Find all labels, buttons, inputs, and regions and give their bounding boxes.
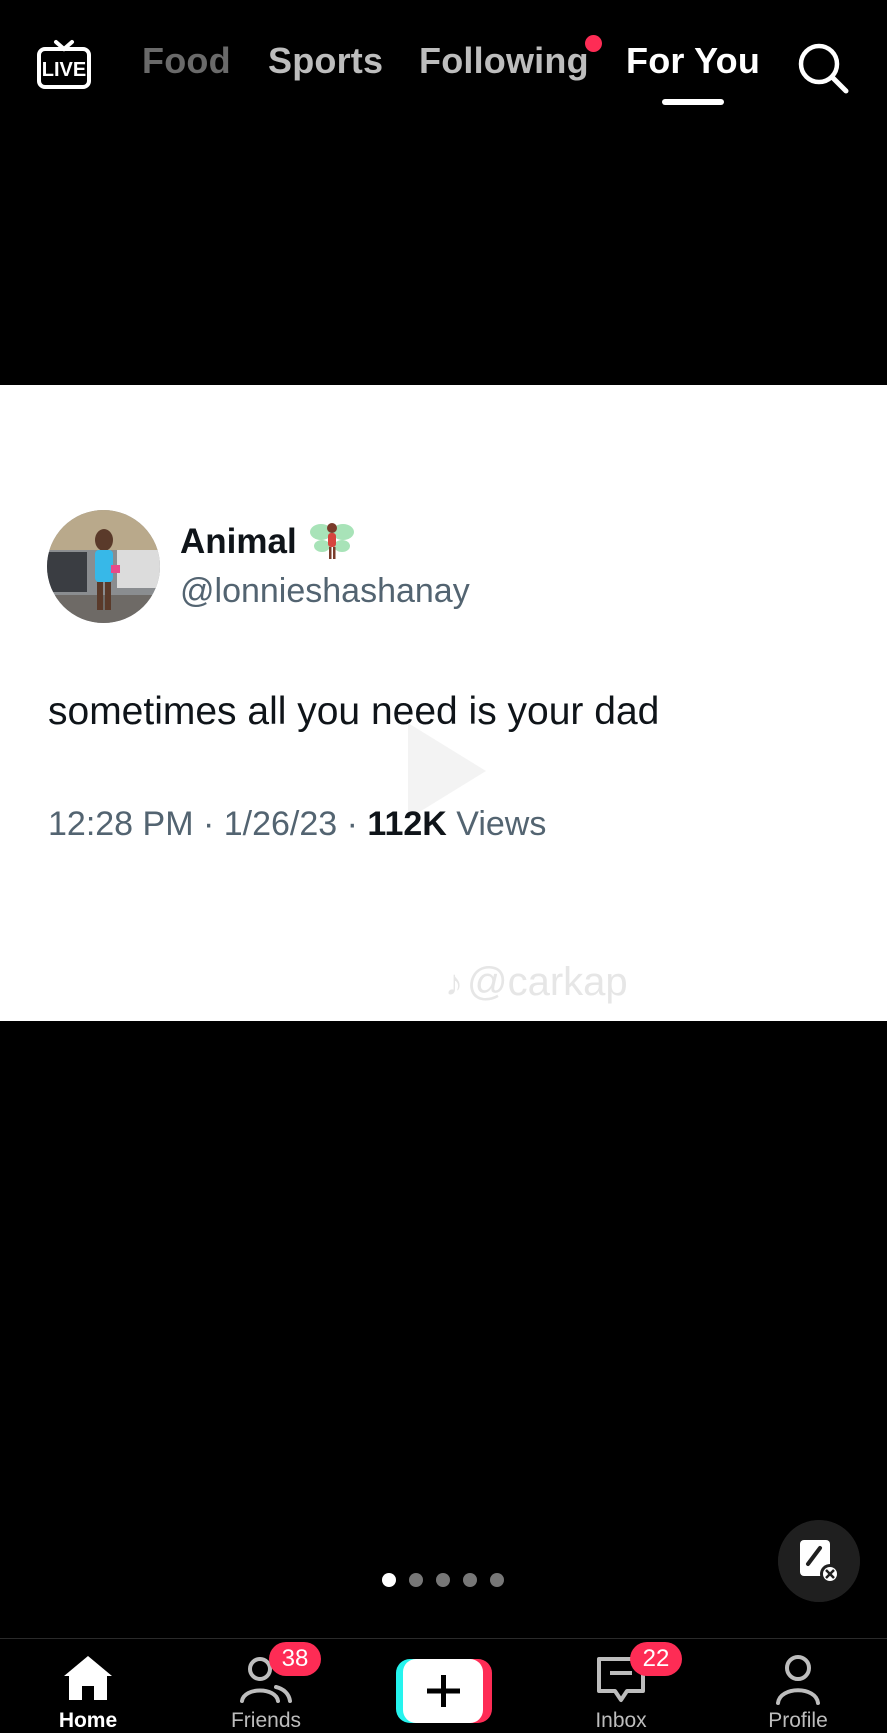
tab-sports[interactable]: Sports <box>268 40 383 82</box>
views-label: Views <box>446 805 547 843</box>
carousel-dot <box>463 1573 477 1587</box>
tab-for-you[interactable]: For You <box>626 40 760 82</box>
create-button[interactable] <box>396 1659 492 1723</box>
tab-food[interactable]: Food <box>142 40 231 82</box>
following-notification-dot <box>585 35 602 52</box>
display-name: Animal <box>180 522 297 561</box>
carousel-dot <box>490 1573 504 1587</box>
nav-profile-label: Profile <box>768 1709 828 1732</box>
carousel-dot <box>436 1573 450 1587</box>
tiktok-logo-icon: ♪ <box>445 962 463 1003</box>
bottom-nav: Home 38 Friends 22 Inbox Profile <box>0 1638 887 1732</box>
inbox-badge: 22 <box>630 1642 682 1676</box>
carousel-dot <box>409 1573 423 1587</box>
watermark: ♪ @carkap <box>445 960 628 1005</box>
top-bar: LIVE Food Sports Following For You <box>0 0 887 130</box>
home-icon <box>64 1656 112 1700</box>
tweet-timestamp: 12:28 PM · 1/26/23 · <box>48 805 368 843</box>
nav-inbox[interactable]: 22 Inbox <box>556 1639 686 1732</box>
avatar[interactable] <box>47 510 160 623</box>
search-icon[interactable] <box>795 40 851 96</box>
carousel-indicator <box>382 1573 504 1587</box>
edit-disabled-button[interactable] <box>778 1520 860 1602</box>
tab-following[interactable]: Following <box>419 40 589 82</box>
tweet-meta: 12:28 PM · 1/26/23 · 112K Views <box>48 805 546 844</box>
profile-icon <box>776 1655 820 1705</box>
watermark-handle: @carkap <box>467 960 628 1004</box>
active-tab-indicator <box>662 99 724 105</box>
tweet-text: sometimes all you need is your dad <box>48 690 660 733</box>
fairy-emoji-icon <box>310 523 354 559</box>
views-count: 112K <box>367 805 447 843</box>
nav-home[interactable]: Home <box>23 1639 153 1732</box>
live-label: LIVE <box>42 59 86 81</box>
video-post[interactable]: Animal @lonnieshashanay sometimes all yo… <box>0 385 887 1021</box>
carousel-dot <box>382 1573 396 1587</box>
nav-profile[interactable]: Profile <box>733 1639 863 1732</box>
nav-friends-label: Friends <box>230 1709 302 1732</box>
friends-badge: 38 <box>269 1642 321 1676</box>
nav-friends[interactable]: 38 Friends <box>201 1639 331 1732</box>
user-handle: @lonnieshashanay <box>180 572 470 610</box>
live-tv-icon[interactable]: LIVE <box>36 38 92 94</box>
nav-home-label: Home <box>58 1709 118 1732</box>
nav-inbox-label: Inbox <box>595 1709 647 1732</box>
